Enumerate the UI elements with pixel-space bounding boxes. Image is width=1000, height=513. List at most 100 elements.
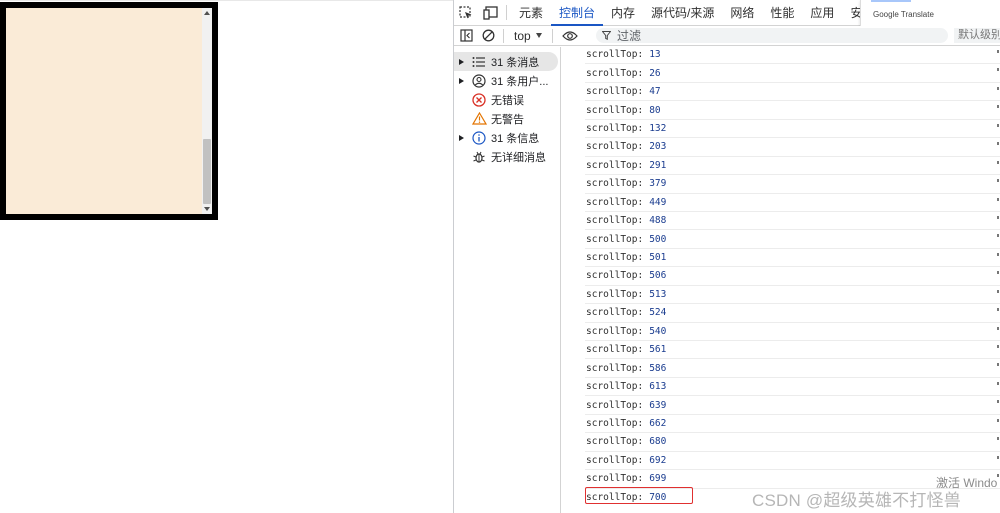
source-link-marker[interactable] — [997, 400, 999, 404]
log-row[interactable]: scrollTop: 662 — [585, 415, 1000, 434]
tab-4[interactable]: 网络 — [722, 0, 762, 25]
log-key: scrollTop: — [586, 233, 644, 245]
sidebar-item-1[interactable]: 31 条用户... — [454, 71, 548, 90]
sidebar-toggle-icon[interactable] — [455, 26, 477, 46]
source-link-marker[interactable] — [997, 345, 999, 348]
filter-input[interactable]: 过滤 — [596, 28, 948, 43]
log-row[interactable]: scrollTop: 513 — [585, 286, 1000, 305]
tab-3[interactable]: 源代码/来源 — [643, 0, 722, 25]
user-icon — [468, 73, 490, 88]
scrollbar-thumb[interactable] — [203, 139, 211, 204]
source-link-marker[interactable] — [997, 68, 999, 72]
log-row[interactable]: scrollTop: 561 — [585, 341, 1000, 360]
source-link-marker[interactable] — [997, 86, 999, 90]
expand-triangle-icon[interactable] — [454, 58, 468, 65]
log-row[interactable]: scrollTop: 501 — [585, 249, 1000, 268]
clear-console-icon[interactable] — [477, 26, 499, 46]
log-row[interactable]: scrollTop: 379 — [585, 175, 1000, 194]
log-key: scrollTop: — [586, 399, 644, 411]
expand-triangle-icon[interactable] — [454, 134, 468, 141]
log-value: 680 — [649, 436, 667, 448]
log-key: scrollTop: — [586, 159, 644, 171]
tab-1[interactable]: 控制台 — [551, 0, 604, 26]
log-row[interactable]: scrollTop: 680 — [585, 433, 1000, 452]
log-row[interactable]: scrollTop: 26 — [585, 64, 1000, 83]
tab-6[interactable]: 应用 — [802, 0, 842, 25]
tab-separator — [506, 5, 507, 20]
source-link-marker[interactable] — [997, 197, 999, 201]
scroll-up-arrow-icon[interactable] — [204, 11, 210, 15]
filter-icon — [602, 31, 611, 40]
source-link-marker[interactable] — [997, 105, 999, 109]
log-row[interactable]: scrollTop: 132 — [585, 120, 1000, 139]
source-link-marker[interactable] — [997, 234, 999, 238]
source-link-marker[interactable] — [997, 308, 999, 312]
source-link-marker[interactable] — [997, 271, 999, 275]
log-value: 291 — [649, 159, 667, 171]
csdn-watermark: CSDN @超级英雄不打怪兽 — [752, 491, 961, 510]
google-translate-popup[interactable]: Google Translate — [860, 0, 1000, 27]
log-key: scrollTop: — [586, 122, 644, 134]
live-expression-eye-icon[interactable] — [557, 26, 583, 46]
log-row[interactable]: scrollTop: 47 — [585, 83, 1000, 102]
log-value: 506 — [649, 270, 667, 282]
scroll-down-arrow-icon[interactable] — [204, 207, 210, 211]
sidebar-item-4[interactable]: 31 条信息 — [454, 128, 539, 147]
warning-icon — [468, 112, 490, 125]
log-row[interactable]: scrollTop: 506 — [585, 267, 1000, 286]
source-link-marker[interactable] — [997, 179, 999, 183]
expand-triangle-icon[interactable] — [454, 77, 468, 84]
console-toolbar: top 过滤 默认级别 — [454, 26, 1000, 46]
source-link-marker[interactable] — [997, 160, 999, 164]
toolbar-separator — [503, 28, 504, 43]
source-link-marker[interactable] — [997, 363, 999, 367]
devtools-panel: 元素控制台内存源代码/来源网络性能应用安全 Google Translate t… — [453, 0, 1000, 513]
source-link-marker[interactable] — [997, 437, 999, 441]
tab-0[interactable]: 元素 — [511, 0, 551, 25]
tab-5[interactable]: 性能 — [762, 0, 802, 25]
context-selector[interactable]: top — [508, 26, 548, 46]
log-value: 700 — [649, 492, 667, 504]
log-key: scrollTop: — [586, 178, 644, 190]
sidebar-item-5[interactable]: 无详细消息 — [454, 147, 546, 166]
log-row[interactable]: scrollTop: 13 — [585, 46, 1000, 65]
log-level-selector[interactable]: 默认级别 — [954, 28, 1000, 43]
log-row[interactable]: scrollTop: 692 — [585, 452, 1000, 471]
log-row[interactable]: scrollTop: 203 — [585, 138, 1000, 157]
scroll-box[interactable] — [0, 2, 218, 220]
log-key: scrollTop: — [586, 104, 644, 116]
log-key: scrollTop: — [586, 417, 644, 429]
log-key: scrollTop: — [586, 67, 644, 79]
log-row[interactable]: scrollTop: 586 — [585, 359, 1000, 378]
log-row[interactable]: scrollTop: 449 — [585, 194, 1000, 212]
log-row[interactable]: scrollTop: 80 — [585, 101, 1000, 120]
source-link-marker[interactable] — [997, 50, 999, 53]
tab-2[interactable]: 内存 — [603, 0, 643, 25]
log-value: 639 — [649, 399, 667, 411]
log-row[interactable]: scrollTop: 613 — [585, 378, 1000, 397]
source-link-marker[interactable] — [997, 289, 999, 293]
source-link-marker[interactable] — [997, 381, 999, 385]
log-row[interactable]: scrollTop: 540 — [585, 323, 1000, 341]
source-link-marker[interactable] — [997, 455, 999, 459]
log-row[interactable]: scrollTop: 500 — [585, 230, 1000, 249]
source-link-marker[interactable] — [997, 123, 999, 127]
log-value: 379 — [649, 178, 667, 190]
sidebar-item-2[interactable]: 无错误 — [454, 90, 524, 109]
log-row[interactable]: scrollTop: 291 — [585, 157, 1000, 176]
log-key: scrollTop: — [586, 196, 644, 208]
source-link-marker[interactable] — [997, 326, 999, 330]
log-row[interactable]: scrollTop: 524 — [585, 304, 1000, 323]
inspect-element-icon[interactable] — [454, 0, 478, 25]
log-row[interactable]: scrollTop: 488 — [585, 212, 1000, 231]
source-link-marker[interactable] — [997, 418, 999, 422]
device-toggle-icon[interactable] — [478, 0, 502, 25]
source-link-marker[interactable] — [997, 215, 999, 219]
source-link-marker[interactable] — [997, 142, 999, 146]
source-link-marker[interactable] — [997, 252, 999, 256]
scrollbar[interactable] — [202, 8, 212, 214]
sidebar-item-0[interactable]: 31 条消息 — [454, 52, 558, 71]
sidebar-item-3[interactable]: 无警告 — [454, 109, 524, 128]
sidebar-item-label: 31 条消息 — [491, 56, 540, 69]
log-row[interactable]: scrollTop: 639 — [585, 396, 1000, 415]
